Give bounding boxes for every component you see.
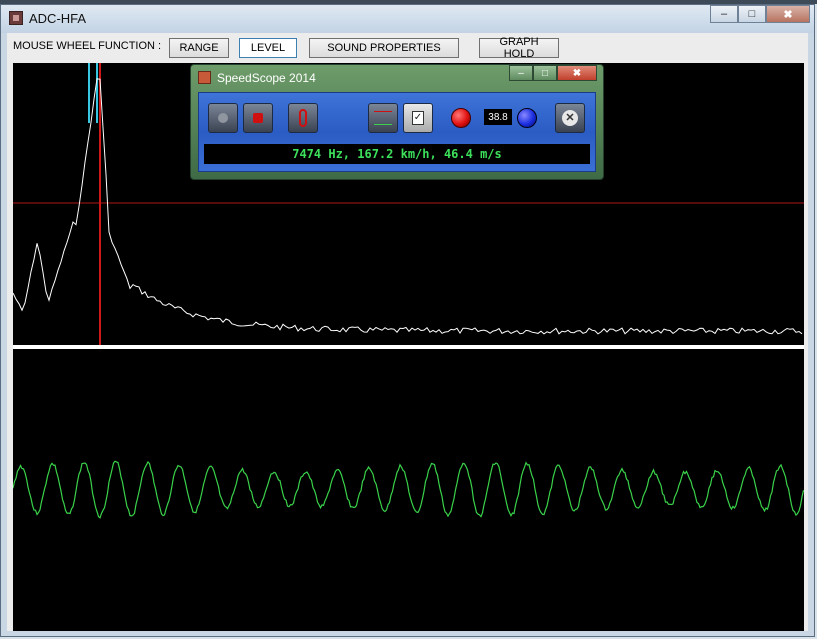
checklist-button[interactable]: ✓ <box>403 103 433 133</box>
maximize-button[interactable]: □ <box>738 5 766 23</box>
mouse-wheel-label: MOUSE WHEEL FUNCTION : <box>13 40 162 52</box>
waveform-graph[interactable] <box>13 349 804 631</box>
pause-icon <box>299 109 307 127</box>
speedscope-caption-buttons: – □ ✖ <box>509 65 597 81</box>
sound-properties-button[interactable]: SOUND PROPERTIES <box>309 38 459 58</box>
speed-readout: 7474 Hz, 167.2 km/h, 46.4 m/s <box>204 144 590 164</box>
title-bar[interactable]: ADC-HFA ‒ □ ✖ <box>1 5 814 33</box>
level-button[interactable]: LEVEL <box>239 38 297 58</box>
checklist-icon: ✓ <box>412 111 424 125</box>
record-dot-icon <box>218 113 228 123</box>
speedscope-minimize-button[interactable]: – <box>509 65 533 81</box>
pause-button[interactable] <box>288 103 318 133</box>
speedscope-window[interactable]: SpeedScope 2014 – □ ✖ ✓ 38.8 ✕ 7474 Hz, … <box>190 64 604 180</box>
minimize-button[interactable]: ‒ <box>710 5 738 23</box>
close-button[interactable]: ✖ <box>766 5 810 23</box>
speed-value-display: 38.8 <box>484 109 512 125</box>
speedscope-close-button[interactable]: ✖ <box>557 65 597 81</box>
stop-button[interactable] <box>243 103 273 133</box>
stop-icon <box>253 113 263 123</box>
waveform-plot <box>13 460 804 519</box>
speedscope-app-icon <box>198 71 211 84</box>
speedscope-title: SpeedScope 2014 <box>217 71 316 85</box>
record-button[interactable] <box>208 103 238 133</box>
speedscope-panel: ✓ 38.8 ✕ 7474 Hz, 167.2 km/h, 46.4 m/s <box>198 92 596 172</box>
window-title: ADC-HFA <box>29 11 87 26</box>
range-button[interactable]: RANGE <box>169 38 229 58</box>
red-led-icon[interactable] <box>451 108 471 128</box>
crosshair-button[interactable] <box>368 103 398 133</box>
graph-hold-button[interactable]: GRAPH HOLD <box>479 36 559 60</box>
blue-led-icon[interactable] <box>517 108 537 128</box>
waveform-trace <box>13 460 804 519</box>
app-icon <box>9 11 23 25</box>
speedscope-maximize-button[interactable]: □ <box>533 65 557 81</box>
close-x-icon: ✕ <box>562 110 578 126</box>
crosshair-icon <box>374 111 392 125</box>
caption-buttons: ‒ □ ✖ <box>710 5 810 25</box>
speedscope-exit-button[interactable]: ✕ <box>555 103 585 133</box>
